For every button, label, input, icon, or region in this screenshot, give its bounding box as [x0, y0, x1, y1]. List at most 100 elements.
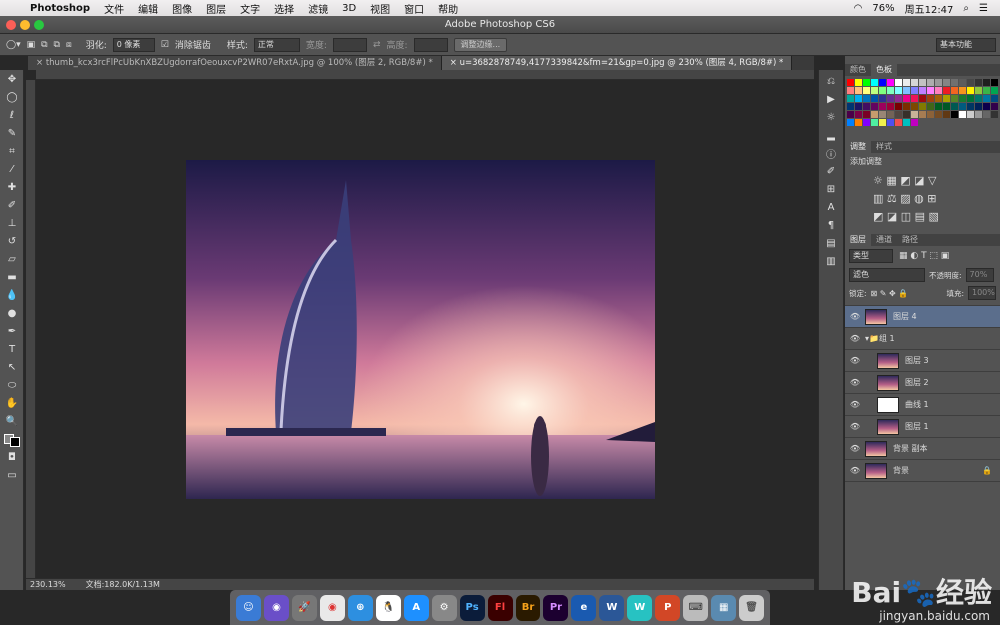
- swatch[interactable]: [927, 95, 934, 102]
- swatch[interactable]: [903, 79, 910, 86]
- brush-panel-icon[interactable]: ✐: [819, 162, 843, 180]
- menu-app[interactable]: Photoshop: [30, 3, 90, 14]
- qq-icon[interactable]: 🐧: [375, 594, 401, 621]
- hand-tool-icon[interactable]: ✋: [0, 394, 24, 412]
- notes-panel-icon[interactable]: ▥: [819, 252, 843, 270]
- swatch[interactable]: [887, 103, 894, 110]
- width-input[interactable]: [332, 37, 367, 52]
- swatch[interactable]: [975, 103, 982, 110]
- shape-tool-icon[interactable]: ⬭: [0, 376, 24, 394]
- photoshop-icon[interactable]: Ps: [459, 594, 485, 621]
- swatch[interactable]: [879, 95, 886, 102]
- eyedropper-tool-icon[interactable]: ⁄: [0, 160, 24, 178]
- swatch[interactable]: [991, 79, 998, 86]
- menu-type[interactable]: 文字: [240, 1, 260, 16]
- swatch[interactable]: [919, 95, 926, 102]
- menu-select[interactable]: 选择: [274, 1, 294, 16]
- swatch[interactable]: [855, 111, 862, 118]
- swatch[interactable]: [919, 79, 926, 86]
- intersect-selection-icon[interactable]: ⧈: [66, 40, 72, 50]
- lock-icons[interactable]: ⊠ ✎ ✥ 🔒: [871, 289, 909, 298]
- swatch[interactable]: [935, 79, 942, 86]
- swatch[interactable]: [871, 119, 878, 126]
- swatch[interactable]: [951, 87, 958, 94]
- quick-mask-icon[interactable]: ◘: [0, 448, 24, 466]
- swatch[interactable]: [927, 87, 934, 94]
- layer-kind-select[interactable]: 类型: [849, 249, 893, 263]
- layer-row[interactable]: 👁 背景 副本: [845, 438, 1000, 460]
- swap-icon[interactable]: ⇄: [373, 40, 381, 50]
- folder-icon[interactable]: ▾📁: [865, 334, 879, 343]
- swatch[interactable]: [967, 87, 974, 94]
- menu-filter[interactable]: 滤镜: [308, 1, 328, 16]
- swatch[interactable]: [855, 119, 862, 126]
- swatch[interactable]: [935, 95, 942, 102]
- flash-icon[interactable]: Fl: [487, 594, 513, 621]
- swatch[interactable]: [943, 87, 950, 94]
- swatch[interactable]: [951, 103, 958, 110]
- swatch[interactable]: [975, 111, 982, 118]
- menu-help[interactable]: 帮助: [438, 1, 458, 16]
- actions-panel-icon[interactable]: ▶: [819, 90, 843, 108]
- menu-list-icon[interactable]: ☰: [979, 3, 988, 14]
- swatch[interactable]: [943, 103, 950, 110]
- swatch[interactable]: [887, 119, 894, 126]
- healing-tool-icon[interactable]: ✚: [0, 178, 24, 196]
- swatch[interactable]: [927, 111, 934, 118]
- chrome-icon[interactable]: ◉: [319, 594, 345, 621]
- swatch[interactable]: [903, 87, 910, 94]
- tab-adjustments[interactable]: 调整: [845, 141, 871, 153]
- swatch[interactable]: [847, 111, 854, 118]
- history-brush-icon[interactable]: ↺: [0, 232, 24, 250]
- menu-view[interactable]: 视图: [370, 1, 390, 16]
- swatch[interactable]: [879, 103, 886, 110]
- type-tool-icon[interactable]: T: [0, 340, 24, 358]
- tab-close-icon[interactable]: ×: [36, 58, 46, 68]
- swatch[interactable]: [887, 87, 894, 94]
- finder-icon[interactable]: ☺: [236, 594, 261, 621]
- swatch[interactable]: [847, 95, 854, 102]
- swatch[interactable]: [951, 79, 958, 86]
- swatch[interactable]: [959, 103, 966, 110]
- wifi-icon[interactable]: ◠: [854, 3, 863, 14]
- height-input[interactable]: [413, 37, 448, 52]
- swatch[interactable]: [855, 79, 862, 86]
- swatch[interactable]: [863, 95, 870, 102]
- tab-styles[interactable]: 样式: [871, 141, 897, 153]
- eraser-tool-icon[interactable]: ▱: [0, 250, 24, 268]
- menu-window[interactable]: 窗口: [404, 1, 424, 16]
- system-prefs-icon[interactable]: ⚙: [431, 594, 457, 621]
- app-store-icon[interactable]: A: [403, 594, 429, 621]
- visibility-eye-icon[interactable]: 👁: [845, 312, 865, 321]
- close-window-button[interactable]: [6, 20, 16, 30]
- swatch[interactable]: [895, 79, 902, 86]
- layer-row[interactable]: 👁 背景 🔒: [845, 460, 1000, 482]
- swatch[interactable]: [919, 87, 926, 94]
- blur-tool-icon[interactable]: 💧: [0, 286, 24, 304]
- zoom-tool-icon[interactable]: 🔍: [0, 412, 24, 430]
- swatch[interactable]: [855, 87, 862, 94]
- screen-mode-icon[interactable]: ▭: [0, 466, 24, 484]
- pen-tool-icon[interactable]: ✒: [0, 322, 24, 340]
- swatch[interactable]: [927, 79, 934, 86]
- info-panel-icon[interactable]: ⓘ: [819, 144, 843, 162]
- menu-edit[interactable]: 编辑: [138, 1, 158, 16]
- layer-row[interactable]: 👁 图层 2: [845, 372, 1000, 394]
- swatch[interactable]: [903, 119, 910, 126]
- gradient-tool-icon[interactable]: ▬: [0, 268, 24, 286]
- add-selection-icon[interactable]: ⧉: [41, 40, 47, 50]
- opacity-input[interactable]: 70%: [965, 268, 994, 282]
- swatch[interactable]: [879, 119, 886, 126]
- document-image[interactable]: [186, 160, 655, 499]
- tab-doc-2[interactable]: × u=3682878749,4177339842&fm=21&gp=0.jpg…: [441, 56, 793, 70]
- tab-close-icon[interactable]: ×: [450, 58, 460, 68]
- swatch[interactable]: [943, 111, 950, 118]
- swatch[interactable]: [879, 87, 886, 94]
- path-select-tool-icon[interactable]: ↖: [0, 358, 24, 376]
- visibility-eye-icon[interactable]: 👁: [845, 466, 865, 475]
- visibility-eye-icon[interactable]: 👁: [845, 356, 865, 365]
- invert-icon[interactable]: ◩ ◪ ◫ ▤ ▧: [873, 210, 939, 223]
- history-panel-icon[interactable]: ⎌: [819, 72, 843, 90]
- powerpoint-icon[interactable]: P: [655, 594, 681, 621]
- tab-swatches[interactable]: 色板: [871, 64, 897, 76]
